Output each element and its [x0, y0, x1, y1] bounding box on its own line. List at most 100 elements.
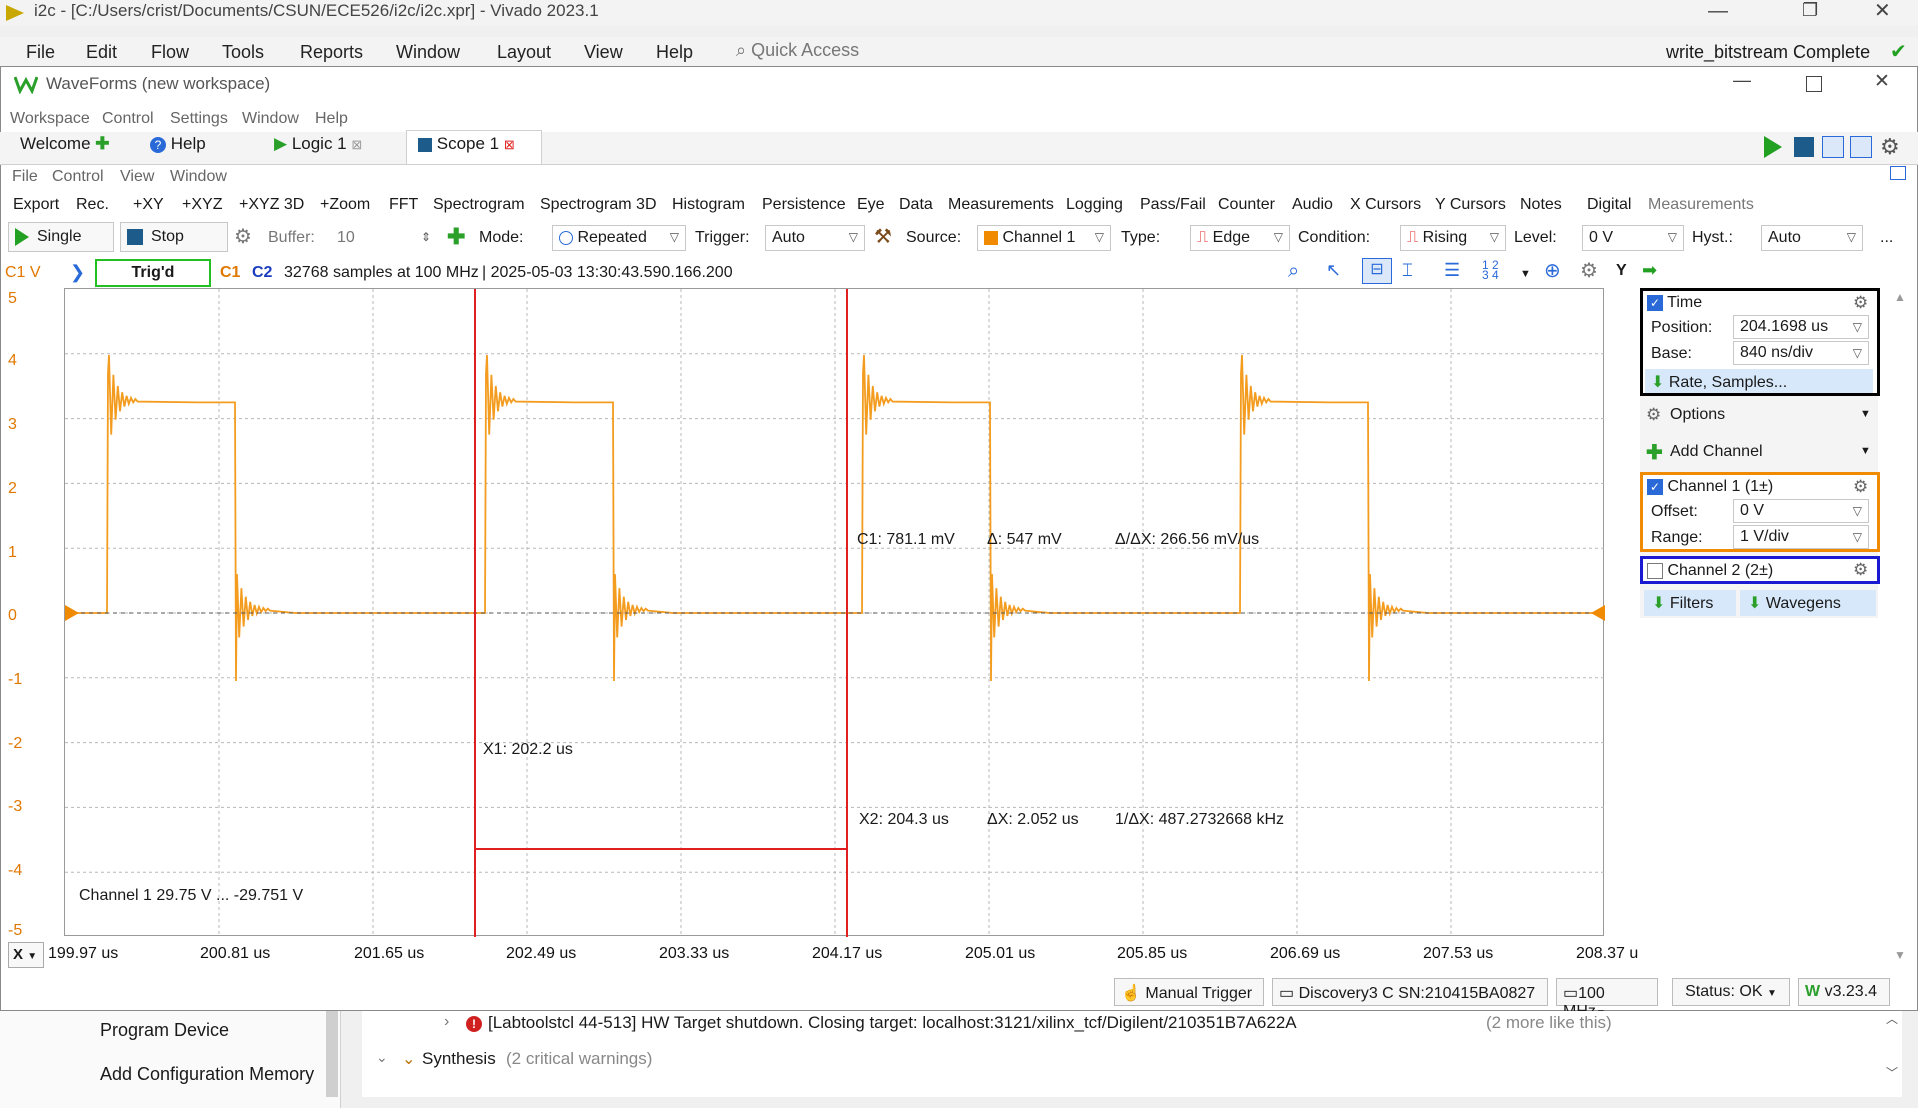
- plus-icon[interactable]: ✚: [447, 224, 465, 250]
- menu-tools[interactable]: Tools: [222, 42, 264, 63]
- btn-zoom[interactable]: +Zoom: [320, 196, 370, 214]
- single-button[interactable]: Single: [8, 222, 114, 252]
- menu-window[interactable]: Window: [242, 110, 299, 128]
- btn-measurements[interactable]: Measurements: [948, 196, 1054, 214]
- btn-data[interactable]: Data: [899, 196, 933, 214]
- chevron-down-icon[interactable]: ▼: [1520, 268, 1531, 280]
- version-badge[interactable]: W v3.23.4: [1798, 978, 1890, 1006]
- wf-close-icon[interactable]: ✕: [1874, 70, 1890, 93]
- menu-window[interactable]: Window: [396, 42, 460, 63]
- sub-menu-window[interactable]: Window: [170, 168, 227, 186]
- message-line-2[interactable]: Synthesis: [422, 1049, 496, 1069]
- rate-samples-button[interactable]: ⬇ Rate, Samples...: [1645, 369, 1873, 393]
- zoom-fit-icon[interactable]: ⊕: [1544, 258, 1561, 283]
- expand-icon[interactable]: ›: [444, 1013, 449, 1031]
- menu-workspace[interactable]: Workspace: [10, 110, 90, 128]
- sub-menu-control[interactable]: Control: [52, 168, 104, 186]
- menu-control[interactable]: Control: [102, 110, 154, 128]
- restore-icon[interactable]: ❐: [1802, 0, 1818, 21]
- device-status[interactable]: ▭ Discovery3 C SN:210415BA0827: [1272, 978, 1548, 1006]
- panel-arrow-icon[interactable]: ➡: [1642, 260, 1657, 281]
- options-button[interactable]: ⚙ Options ▼: [1644, 402, 1876, 430]
- btn-digital[interactable]: Digital: [1587, 196, 1631, 214]
- menu-file[interactable]: File: [26, 42, 55, 63]
- menu-help[interactable]: Help: [315, 110, 348, 128]
- btn-notes[interactable]: Notes: [1520, 196, 1562, 214]
- y-axis-toggle[interactable]: Y: [1616, 262, 1627, 280]
- scroll-down-icon[interactable]: ▼: [1894, 948, 1906, 962]
- condition-select[interactable]: ⎍ Rising ▽: [1400, 225, 1506, 251]
- minimize-icon[interactable]: —: [1708, 0, 1728, 23]
- more-options[interactable]: ...: [1880, 229, 1893, 247]
- btn-counter[interactable]: Counter: [1218, 196, 1275, 214]
- stop-all-icon[interactable]: [1794, 137, 1814, 157]
- layout-icon[interactable]: [1822, 136, 1844, 158]
- btn-xyz-3d[interactable]: +XYZ 3D: [239, 196, 304, 214]
- btn-eye[interactable]: Eye: [857, 196, 885, 214]
- c2-toggle[interactable]: C2: [252, 264, 272, 282]
- config-gear-icon[interactable]: ⚙: [234, 224, 252, 249]
- v-cursor-icon[interactable]: ⌶: [1402, 260, 1413, 281]
- offset-input[interactable]: 0 V ▽: [1733, 499, 1869, 523]
- btn-fft[interactable]: FFT: [389, 196, 418, 214]
- source-select[interactable]: Channel 1 ▽: [977, 225, 1111, 251]
- btn-audio[interactable]: Audio: [1292, 196, 1333, 214]
- btn-rec[interactable]: Rec.: [76, 196, 109, 214]
- h-cursor-icon[interactable]: ⊟: [1362, 258, 1392, 284]
- tab-close-icon[interactable]: ⊠: [351, 137, 362, 152]
- channel-2-gear-icon[interactable]: ⚙: [1853, 560, 1868, 580]
- stop-button[interactable]: Stop: [120, 222, 228, 252]
- btn-measurements-panel[interactable]: Measurements: [1648, 196, 1754, 214]
- tab-close-icon[interactable]: ⊠: [504, 137, 515, 152]
- channel-1-checkbox[interactable]: ✓: [1647, 478, 1663, 495]
- time-checkbox[interactable]: ✓: [1647, 294, 1663, 311]
- wf-minimize-icon[interactable]: —: [1733, 70, 1751, 91]
- menu-layout[interactable]: Layout: [497, 42, 551, 63]
- btn-xy[interactable]: +XY: [133, 196, 164, 214]
- type-select[interactable]: ⎍ Edge ▽: [1190, 225, 1290, 251]
- quick-access-search[interactable]: ⌕ Quick Access: [736, 40, 859, 61]
- level-input[interactable]: 0 V ▽: [1582, 225, 1684, 251]
- menu-edit[interactable]: Edit: [86, 42, 117, 63]
- flow-program-device[interactable]: Program Device: [100, 1020, 229, 1041]
- btn-spectrogram[interactable]: Spectrogram: [433, 196, 525, 214]
- layout-split-icon[interactable]: [1850, 136, 1872, 158]
- tab-welcome[interactable]: Welcome ✚: [20, 134, 110, 162]
- menu-flow[interactable]: Flow: [151, 42, 189, 63]
- c1-toggle[interactable]: C1: [220, 264, 240, 282]
- chevron-right-icon[interactable]: ❯: [70, 262, 85, 283]
- zoom-icon[interactable]: ⌕: [1288, 260, 1299, 283]
- channel-1-gear-icon[interactable]: ⚙: [1853, 477, 1868, 497]
- time-settings-gear-icon[interactable]: ⚙: [1853, 293, 1868, 313]
- filters-button[interactable]: ⬇ Filters: [1644, 590, 1736, 616]
- btn-persistence[interactable]: Persistence: [762, 196, 846, 214]
- range-input[interactable]: 1 V/div ▽: [1733, 525, 1869, 549]
- tab-scope-1[interactable]: Scope 1 ⊠: [418, 134, 515, 162]
- clock-status[interactable]: ▭100 MHz▼: [1556, 978, 1658, 1020]
- x-axis-button[interactable]: X ▼: [8, 942, 44, 968]
- align-icon[interactable]: ☰: [1444, 260, 1460, 281]
- scroll-down-icon[interactable]: ﹀: [1886, 1064, 1898, 1081]
- dock-icon[interactable]: [1890, 166, 1906, 180]
- device-status-ok[interactable]: Status: OK ▼: [1672, 978, 1790, 1006]
- btn-y-cursors[interactable]: Y Cursors: [1435, 196, 1506, 214]
- settings-gear-icon[interactable]: ⚙: [1880, 134, 1900, 160]
- sub-menu-view[interactable]: View: [120, 168, 154, 186]
- trigger-hammer-icon[interactable]: ⚒: [874, 224, 892, 249]
- numbering-icon[interactable]: 1 23 4: [1482, 259, 1499, 281]
- base-input[interactable]: 840 ns/div ▽: [1733, 341, 1869, 365]
- scroll-up-icon[interactable]: ︿: [1886, 1010, 1898, 1027]
- flow-add-config-memory[interactable]: Add Configuration Memory: [100, 1064, 314, 1085]
- manual-trigger-button[interactable]: ☝ Manual Trigger: [1114, 978, 1264, 1006]
- channel-2-checkbox[interactable]: [1647, 562, 1663, 579]
- add-channel-button[interactable]: ✚ Add Channel ▼: [1644, 438, 1876, 466]
- cursor-arrow-icon[interactable]: ↖: [1326, 260, 1341, 281]
- close-icon[interactable]: ✕: [1874, 0, 1891, 23]
- btn-spectrogram-3d[interactable]: Spectrogram 3D: [540, 196, 657, 214]
- menu-view[interactable]: View: [584, 42, 623, 63]
- nav-scrollbar[interactable]: [326, 1011, 338, 1097]
- sub-menu-file[interactable]: File: [12, 168, 38, 186]
- position-input[interactable]: 204.1698 us ▽: [1733, 315, 1869, 339]
- btn-xyz[interactable]: +XYZ: [182, 196, 222, 214]
- collapse-icon[interactable]: ⌄: [376, 1049, 388, 1066]
